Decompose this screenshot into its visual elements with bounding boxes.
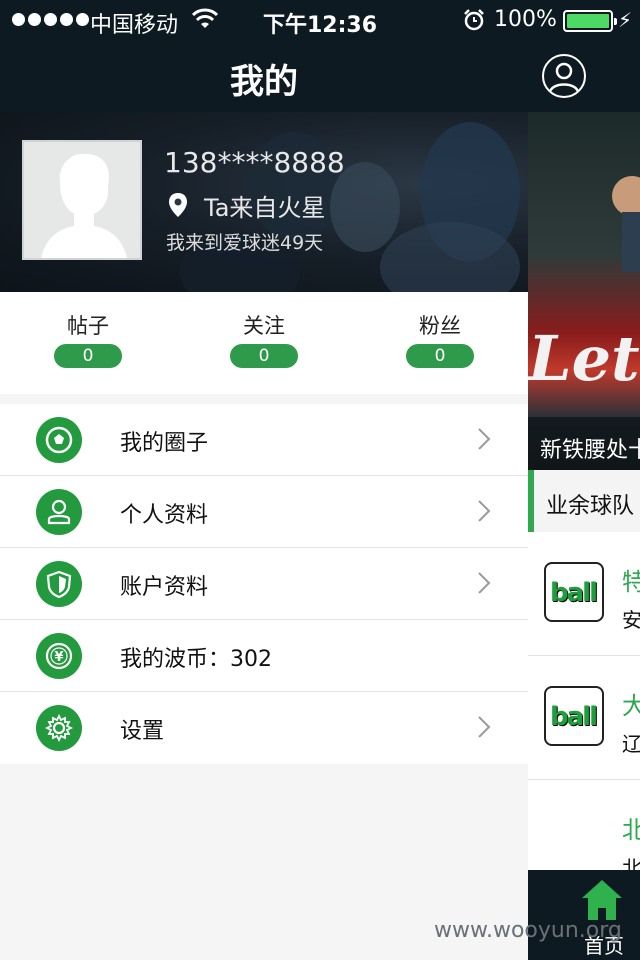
banner-caption: 新铁腰处十 [540, 438, 640, 463]
user-circle-icon[interactable] [542, 54, 586, 98]
watermark: www.wooyun.org [434, 918, 622, 943]
battery-percent: 100% [494, 7, 557, 32]
chevron-right-icon [476, 570, 492, 600]
alarm-icon [462, 8, 486, 38]
stat-count-badge: 0 [406, 344, 474, 368]
chevron-right-icon [476, 426, 492, 456]
stat-label: 帖子 [67, 314, 109, 338]
default-avatar-icon[interactable] [22, 140, 142, 260]
stat-posts[interactable]: 帖子 0 [28, 310, 148, 368]
menu-item-settings[interactable]: 设置 [0, 692, 528, 764]
team-name: 特 [622, 568, 640, 596]
chevron-right-icon [476, 498, 492, 528]
menu-item-profile[interactable]: 个人资料 [0, 476, 528, 548]
chevron-right-icon [476, 714, 492, 744]
menu-item-label: 设置 [120, 719, 165, 744]
side-drawer: 138****8888 Ta来自火星 我来到爱球迷49天 帖子 0 关注 0 粉… [0, 112, 528, 960]
team-subtitle: 辽 [622, 732, 640, 756]
profile-phone: 138****8888 [164, 146, 345, 179]
profile-header: 138****8888 Ta来自火星 我来到爱球迷49天 [0, 112, 528, 292]
stat-count-badge: 0 [54, 344, 122, 368]
stat-label: 关注 [243, 314, 285, 338]
stat-count-badge: 0 [230, 344, 298, 368]
page-title: 我的 [230, 62, 298, 102]
charging-bolt-icon: ⚡ [618, 8, 633, 32]
section-header: 业余球队 [528, 470, 640, 532]
svg-text:Let: Let [528, 322, 640, 395]
team-logo: ball [544, 562, 604, 622]
svg-text:¥: ¥ [54, 650, 63, 665]
list-item[interactable]: ball 大 辽 [528, 656, 640, 780]
map-pin-icon [168, 192, 188, 222]
section-title: 业余球队 [546, 494, 635, 519]
stats-row: 帖子 0 关注 0 粉丝 0 [0, 292, 528, 394]
team-subtitle: 安 [622, 608, 640, 632]
status-bar: 中国移动 下午12:36 100% ⚡ [0, 0, 640, 40]
menu-item-coins[interactable]: ¥ 我的波币：302 [0, 620, 528, 692]
stat-following[interactable]: 关注 0 [204, 310, 324, 368]
tab-bar: 首页 [528, 870, 640, 960]
menu-item-label: 账户资料 [120, 575, 209, 600]
stat-followers[interactable]: 粉丝 0 [380, 310, 500, 368]
battery-icon [563, 10, 617, 32]
menu-list: 我的圈子 个人资料 账户资料 ¥ 我的波币：302 设置 [0, 404, 528, 764]
menu-item-my-circles[interactable]: 我的圈子 [0, 404, 528, 476]
yuan-coin-icon: ¥ [36, 633, 82, 679]
menu-item-account[interactable]: 账户资料 [0, 548, 528, 620]
team-name: 大 [622, 692, 640, 720]
gear-icon [36, 705, 82, 751]
soccer-ball-icon [36, 417, 82, 463]
nav-bar: 我的 [0, 40, 640, 112]
profile-days: 我来到爱球迷49天 [166, 232, 324, 254]
profile-location: Ta来自火星 [204, 194, 326, 222]
team-name: 北 [622, 816, 640, 844]
background-home-page[interactable]: Let 新铁腰处十 业余球队 ball 特 安 ball 大 辽 北 北 首页 [528, 112, 640, 960]
list-item[interactable]: ball 特 安 [528, 532, 640, 656]
menu-item-label: 我的波币：302 [120, 647, 272, 672]
stat-label: 粉丝 [419, 314, 461, 338]
team-logo: ball [544, 686, 604, 746]
menu-item-label: 我的圈子 [120, 431, 209, 456]
shield-icon [36, 561, 82, 607]
person-icon [36, 489, 82, 535]
menu-item-label: 个人资料 [120, 503, 209, 528]
